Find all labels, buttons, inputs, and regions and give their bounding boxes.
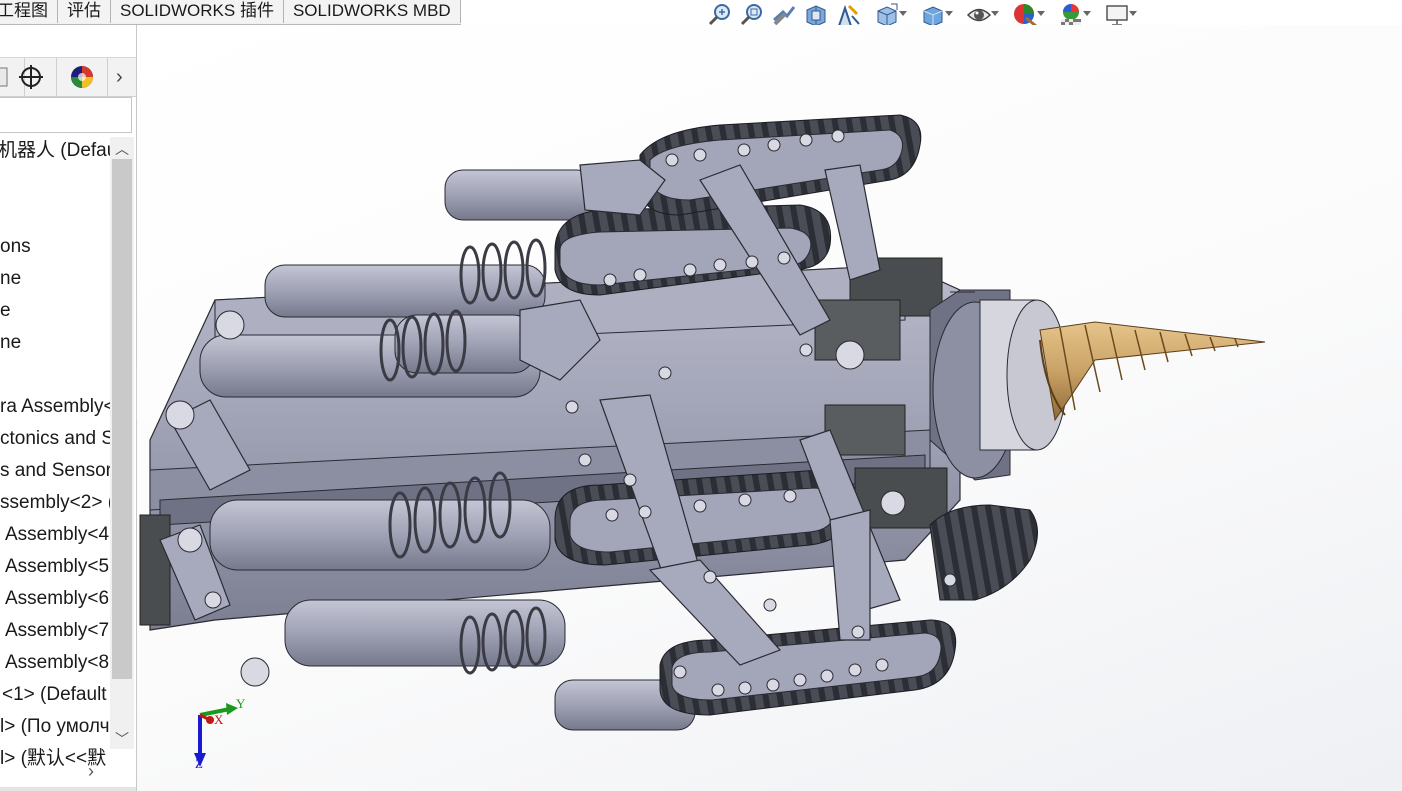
chevron-down-icon (1037, 11, 1045, 16)
feature-tree: 机器人 (Defau ons ne e ne ra Assembly< cton… (0, 135, 110, 775)
graphics-area[interactable] (137, 25, 1402, 791)
tab-solidworks-addins[interactable]: SOLIDWORKS 插件 (111, 0, 284, 23)
tree-item[interactable]: ssembly<2> ( (0, 490, 110, 516)
tree-item[interactable]: Assembly<6 (5, 586, 109, 612)
chevron-down-icon (1129, 11, 1137, 16)
tree-item[interactable]: e (0, 298, 11, 324)
tab-evaluate[interactable]: 评估 (58, 0, 111, 23)
chevron-down-icon (945, 11, 953, 16)
tab-solidworks-mbd[interactable]: SOLIDWORKS MBD (283, 0, 461, 23)
chevron-down-icon (991, 11, 999, 16)
scroll-thumb[interactable] (112, 159, 132, 679)
triad-z-label: Z (195, 756, 203, 771)
tree-filter-input[interactable] (0, 97, 132, 133)
robot-assembly-model[interactable] (137, 25, 1402, 791)
tree-item[interactable]: l> (По умолч (0, 714, 110, 740)
tree-item[interactable]: ra Assembly< (0, 394, 110, 420)
feature-manager-panel: › 机器人 (Defau ons ne e ne ra Assembly< ct… (0, 25, 137, 791)
chevron-down-icon (899, 11, 907, 16)
tree-item[interactable]: Assembly<7 (5, 618, 109, 644)
triad-y-label: Y (236, 696, 246, 711)
chevron-up-icon[interactable]: ︿ (115, 139, 129, 159)
triad-x-label: X (214, 712, 224, 727)
chevron-down-icon (1083, 11, 1091, 16)
tree-item[interactable]: ctonics and S (0, 426, 110, 452)
tree-item[interactable]: Assembly<5 (5, 554, 109, 580)
display-manager-tab[interactable] (57, 58, 108, 96)
tab-drawing[interactable]: 工程图 (0, 0, 58, 23)
command-manager-tabs: 工程图 评估 SOLIDWORKS 插件 SOLIDWORKS MBD (0, 0, 461, 25)
tree-item[interactable]: s and Sensor (0, 458, 110, 484)
tree-item[interactable]: Assembly<8 (5, 650, 109, 676)
tree-item[interactable]: Assembly<4 (5, 522, 109, 548)
chevron-right-icon[interactable]: › (88, 761, 94, 782)
panel-bottom-bar (0, 787, 136, 791)
tree-item[interactable]: ons (0, 234, 31, 260)
panel-tab-bar: › (0, 57, 136, 97)
tree-item[interactable]: <1> (Default (2, 682, 107, 708)
dimxpert-tab[interactable] (6, 58, 57, 96)
tree-item[interactable]: ne (0, 266, 21, 292)
tree-vertical-scrollbar[interactable]: ︿ ﹀ (110, 137, 134, 749)
tree-item-root-assembly[interactable]: 机器人 (Defau (0, 138, 110, 164)
tree-item[interactable]: ne (0, 330, 21, 356)
chevron-down-icon[interactable]: ﹀ (115, 729, 129, 749)
chevron-right-icon[interactable]: › (116, 66, 123, 89)
